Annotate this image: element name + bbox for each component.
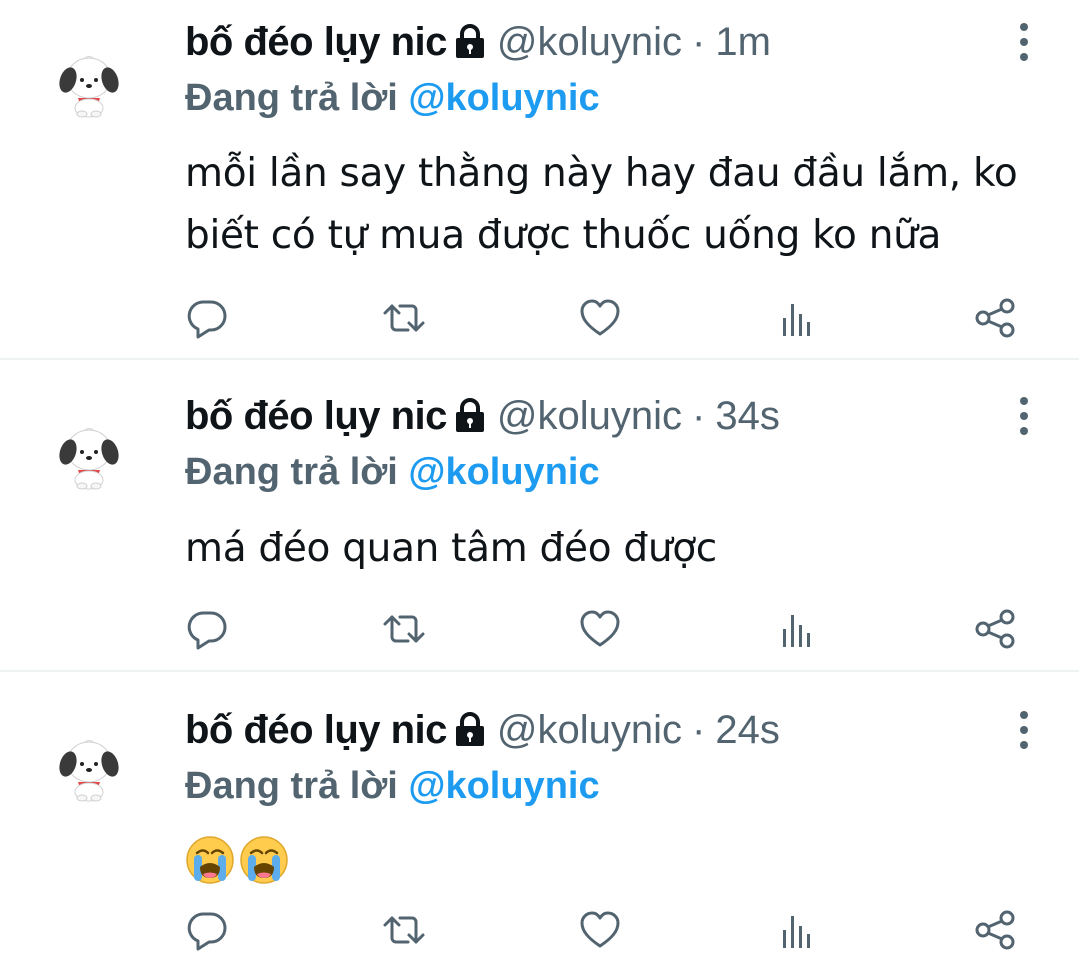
replying-to: Đang trả lời @koluynic [185, 448, 600, 496]
like-icon[interactable] [578, 296, 622, 340]
analytics-icon[interactable] [775, 607, 819, 651]
tweet-text: mỗi lần say thằng này hay đau đầu lắm, k… [185, 151, 1018, 258]
user-handle[interactable]: @koluynic [497, 704, 682, 756]
loudly-crying-face-icon [185, 835, 235, 885]
replying-prefix: Đang trả lời [185, 765, 398, 807]
more-icon[interactable] [1012, 394, 1036, 438]
reply-icon[interactable] [185, 908, 229, 952]
avatar[interactable] [58, 42, 120, 118]
share-icon[interactable] [973, 296, 1017, 340]
timestamp[interactable]: 1m [715, 16, 771, 68]
avatar[interactable] [58, 726, 120, 802]
loudly-crying-face-icon [239, 835, 289, 885]
user-handle[interactable]: @koluynic [497, 16, 682, 68]
mention-link[interactable]: @koluynic [408, 451, 599, 493]
lock-icon [453, 397, 487, 433]
avatar[interactable] [58, 414, 120, 490]
tweet-1[interactable]: bố đéo lụy nic @koluynic · 1m Đang trả l… [0, 0, 1079, 358]
replying-to: Đang trả lời @koluynic [185, 762, 600, 810]
tweet-2[interactable]: bố đéo lụy nic @koluynic · 34s Đang trả … [0, 360, 1079, 670]
action-bar [185, 908, 1025, 956]
separator-dot: · [692, 20, 706, 64]
more-icon[interactable] [1012, 20, 1036, 64]
more-icon[interactable] [1012, 708, 1036, 752]
share-icon[interactable] [973, 908, 1017, 952]
reply-icon[interactable] [185, 296, 229, 340]
mention-link[interactable]: @koluynic [408, 77, 599, 119]
retweet-icon[interactable] [382, 607, 426, 651]
reply-icon[interactable] [185, 607, 229, 651]
separator-dot: · [692, 394, 706, 438]
tweet-3[interactable]: bố đéo lụy nic @koluynic · 24s Đang trả … [0, 672, 1079, 963]
timestamp[interactable]: 24s [715, 704, 780, 756]
analytics-icon[interactable] [775, 296, 819, 340]
action-bar [185, 296, 1025, 344]
retweet-icon[interactable] [382, 908, 426, 952]
lock-icon [453, 711, 487, 747]
tweet-text: má đéo quan tâm đéo được [185, 526, 717, 571]
display-name[interactable]: bố đéo lụy nic [185, 390, 447, 442]
display-name[interactable]: bố đéo lụy nic [185, 16, 447, 68]
user-handle[interactable]: @koluynic [497, 390, 682, 442]
like-icon[interactable] [578, 908, 622, 952]
retweet-icon[interactable] [382, 296, 426, 340]
timestamp[interactable]: 34s [715, 390, 780, 442]
lock-icon [453, 23, 487, 59]
analytics-icon[interactable] [775, 908, 819, 952]
tweet-header: bố đéo lụy nic @koluynic · 34s [185, 390, 780, 442]
replying-prefix: Đang trả lời [185, 451, 398, 493]
replying-to: Đang trả lời @koluynic [185, 74, 600, 122]
like-icon[interactable] [578, 607, 622, 651]
mention-link[interactable]: @koluynic [408, 765, 599, 807]
separator-dot: · [692, 708, 706, 752]
replying-prefix: Đang trả lời [185, 77, 398, 119]
tweet-header: bố đéo lụy nic @koluynic · 24s [185, 704, 780, 756]
share-icon[interactable] [973, 607, 1017, 651]
action-bar [185, 607, 1025, 655]
display-name[interactable]: bố đéo lụy nic [185, 704, 447, 756]
tweet-header: bố đéo lụy nic @koluynic · 1m [185, 16, 771, 68]
tweet-text [185, 827, 1035, 889]
